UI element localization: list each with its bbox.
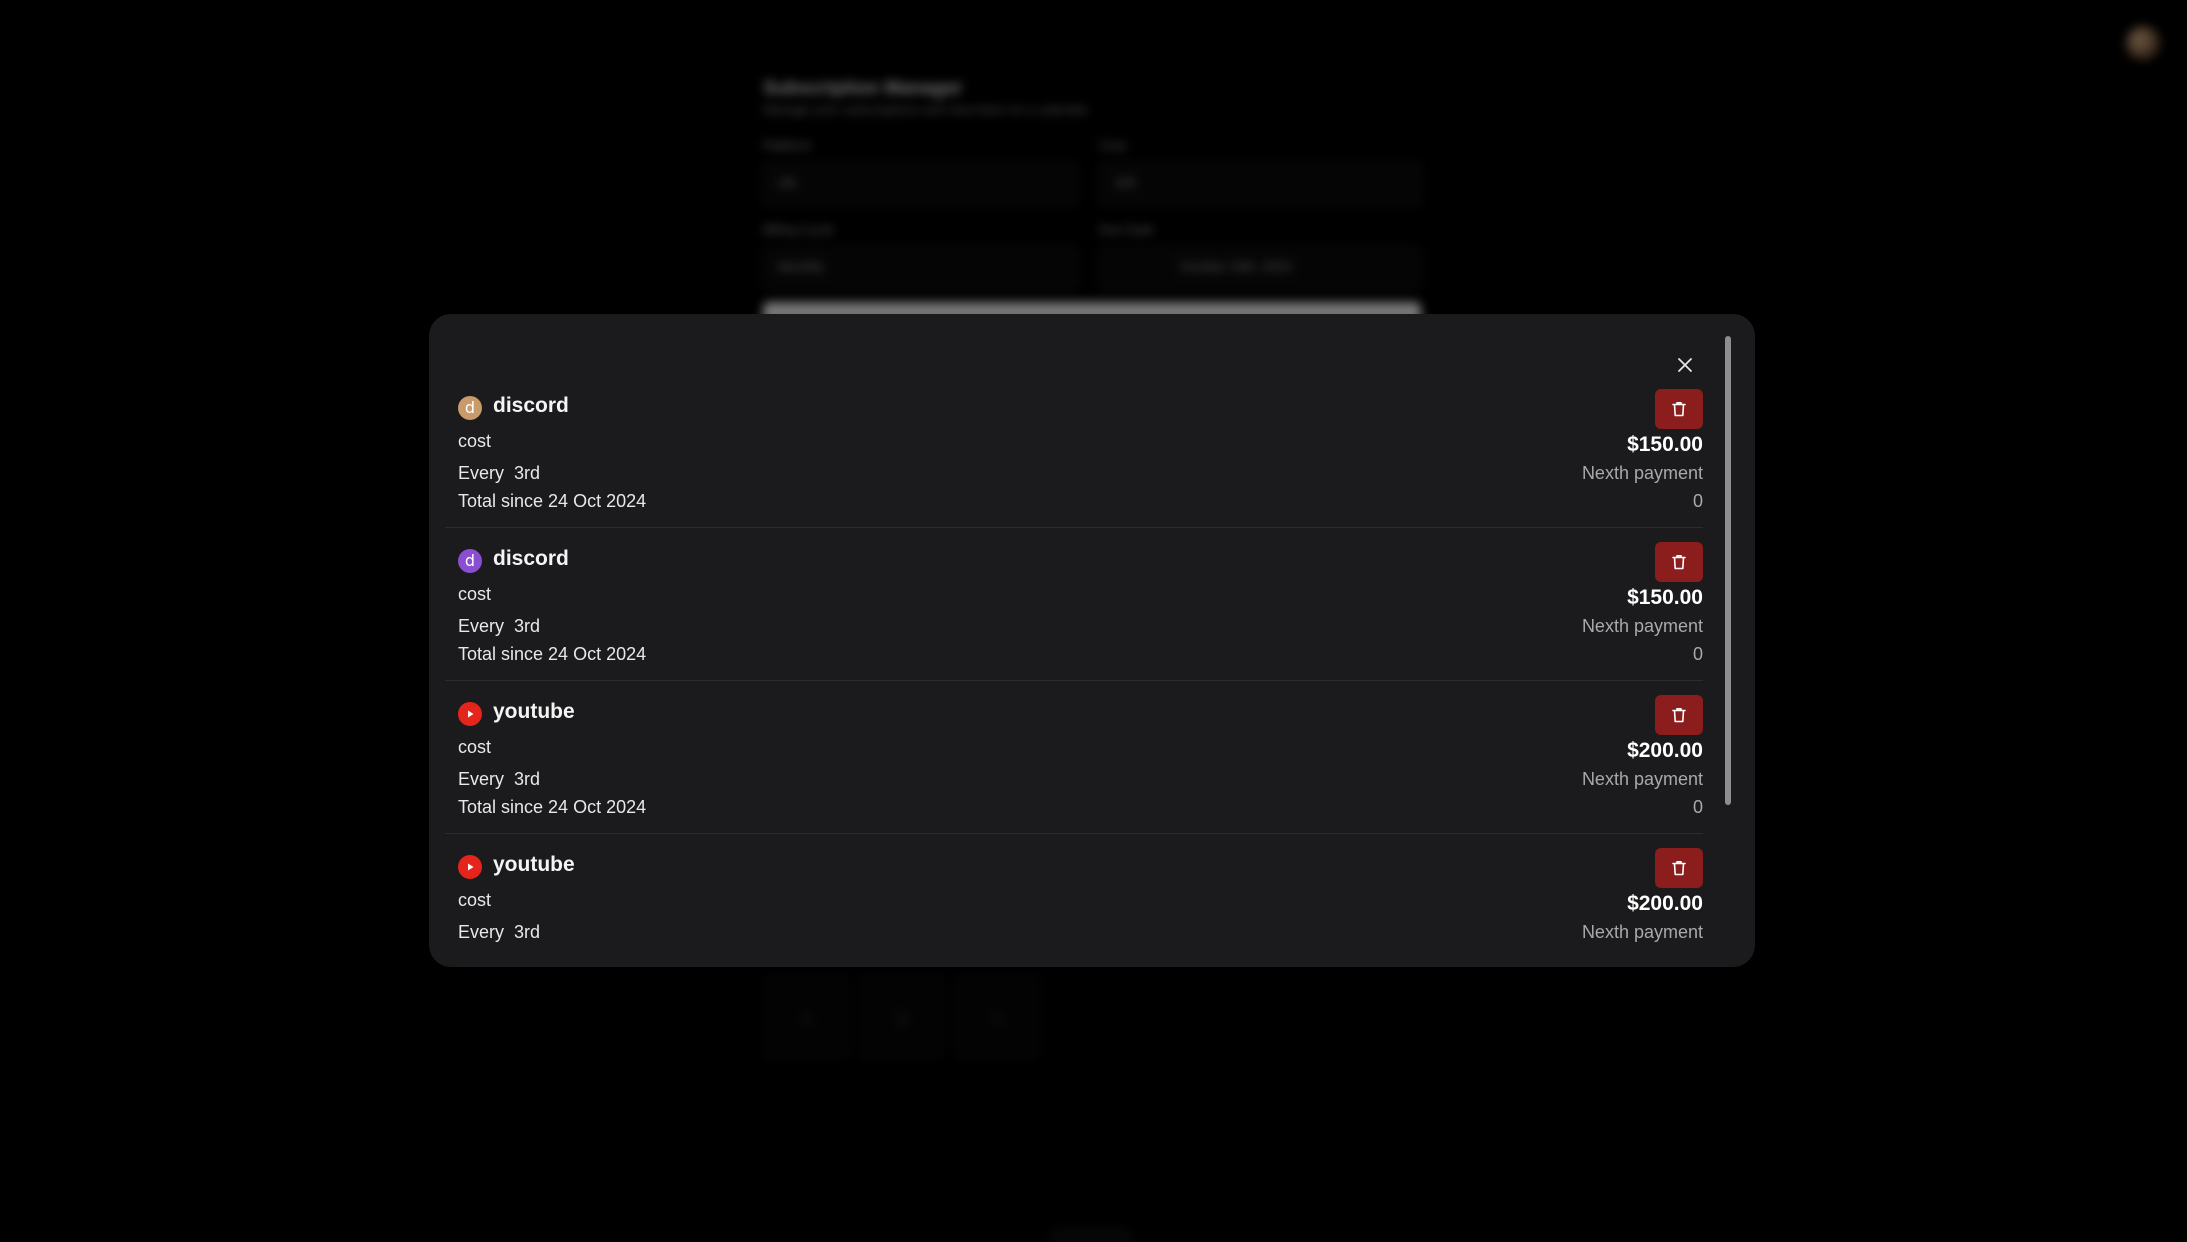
scrollbar-thumb[interactable] bbox=[1725, 336, 1731, 805]
billing-cycle-text: Every 3rd bbox=[458, 616, 541, 636]
billing-cycle-select[interactable]: Monthly bbox=[763, 246, 1078, 290]
subscription-name: youtube bbox=[493, 853, 575, 876]
due-date-picker[interactable]: October 24th, 2024 bbox=[1099, 246, 1421, 290]
subscription-price: $150.00 bbox=[1627, 586, 1703, 609]
subscription-name: youtube bbox=[493, 700, 575, 723]
pager-current[interactable]: 1 bbox=[860, 975, 944, 1059]
subscription-name: discord bbox=[493, 394, 569, 417]
modal-scrollbar[interactable] bbox=[1725, 336, 1733, 954]
subscription-item: youtube cost Every 3rd $200.00 Nexth pay… bbox=[445, 834, 1703, 967]
trash-icon bbox=[1672, 402, 1686, 417]
cost-label: cost bbox=[458, 584, 492, 604]
page-subtitle: Manage your subscriptions and view them … bbox=[763, 102, 1089, 117]
next-payment-label: Nexth payment bbox=[1581, 463, 1703, 483]
cost-input[interactable]: 100 bbox=[1099, 162, 1421, 206]
avatar[interactable] bbox=[2126, 26, 2160, 60]
trash-icon bbox=[1672, 708, 1686, 723]
subscription-price: $200.00 bbox=[1627, 739, 1703, 762]
youtube-play-icon bbox=[458, 702, 482, 726]
delete-button[interactable] bbox=[1655, 542, 1703, 582]
delete-button[interactable] bbox=[1655, 695, 1703, 735]
billing-cycle-label: Billing Cycle bbox=[763, 222, 834, 237]
billing-cycle-text: Every 3rd bbox=[458, 463, 541, 483]
total-value: 0 bbox=[1692, 644, 1703, 664]
due-date-label: Due Date bbox=[1099, 222, 1154, 237]
platform-select[interactable]: nfa bbox=[763, 162, 1078, 206]
platform-label: Platform bbox=[763, 138, 812, 153]
youtube-play-icon bbox=[458, 855, 482, 879]
bottom-toolbar[interactable] bbox=[1050, 1228, 1132, 1242]
pager-prev[interactable]: < bbox=[765, 975, 849, 1059]
subscription-item: d discord cost Every 3rd Total since 24 … bbox=[445, 375, 1703, 528]
close-icon bbox=[1678, 358, 1692, 372]
next-payment-label: Nexth payment bbox=[1581, 769, 1703, 789]
cost-label: Cost bbox=[1099, 138, 1126, 153]
billing-cycle-text: Every 3rd bbox=[458, 769, 541, 789]
next-payment-label: Nexth payment bbox=[1581, 616, 1703, 636]
discord-logo-icon: d bbox=[458, 549, 482, 573]
pager-next[interactable]: > bbox=[955, 975, 1039, 1059]
cost-label: cost bbox=[458, 890, 492, 910]
subscription-price: $150.00 bbox=[1627, 433, 1703, 456]
total-value: 0 bbox=[1692, 797, 1703, 817]
subscription-list: d discord cost Every 3rd Total since 24 … bbox=[429, 375, 1721, 967]
delete-button[interactable] bbox=[1655, 848, 1703, 888]
page-title: Subscription Manager bbox=[763, 78, 963, 99]
close-button[interactable] bbox=[1670, 350, 1700, 380]
cost-label: cost bbox=[458, 431, 492, 451]
subscription-name: discord bbox=[493, 547, 569, 570]
subscription-item: youtube cost Every 3rd Total since 24 Oc… bbox=[445, 681, 1703, 834]
total-since-label: Total since 24 Oct 2024 bbox=[458, 644, 647, 664]
total-value: 0 bbox=[1692, 491, 1703, 511]
trash-icon bbox=[1672, 555, 1686, 570]
subscription-price: $200.00 bbox=[1627, 892, 1703, 915]
total-since-label: Total since 24 Oct 2024 bbox=[458, 797, 647, 817]
total-since-label: Total since 24 Oct 2024 bbox=[458, 491, 647, 511]
billing-cycle-text: Every 3rd bbox=[458, 922, 541, 942]
next-payment-label: Nexth payment bbox=[1581, 922, 1703, 942]
discord-logo-icon: d bbox=[458, 396, 482, 420]
delete-button[interactable] bbox=[1655, 389, 1703, 429]
trash-icon bbox=[1672, 861, 1686, 876]
subscription-item: d discord cost Every 3rd Total since 24 … bbox=[445, 528, 1703, 681]
cost-label: cost bbox=[458, 737, 492, 757]
